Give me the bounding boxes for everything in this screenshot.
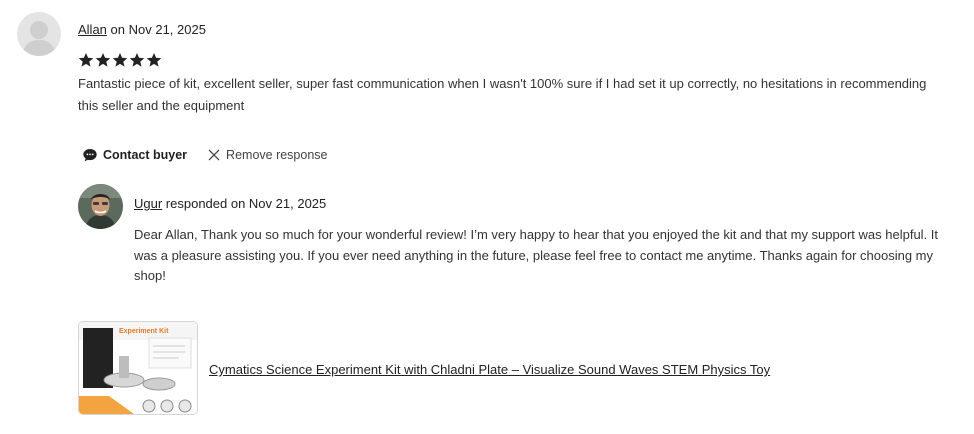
seller-name-link[interactable]: Ugur bbox=[134, 196, 162, 211]
response-date: responded on Nov 21, 2025 bbox=[162, 196, 327, 211]
review-actions: Contact buyer Remove response bbox=[82, 147, 328, 163]
close-icon bbox=[208, 149, 220, 161]
remove-response-button[interactable]: Remove response bbox=[207, 148, 328, 162]
reviewer-name-link[interactable]: Allan bbox=[78, 22, 107, 37]
product-title-link[interactable]: Cymatics Science Experiment Kit with Chl… bbox=[209, 362, 770, 377]
star-rating bbox=[78, 52, 162, 68]
thumb-label: Experiment Kit bbox=[119, 328, 169, 335]
seller-photo bbox=[78, 184, 123, 229]
remove-response-label: Remove response bbox=[226, 148, 328, 162]
contact-buyer-label: Contact buyer bbox=[103, 148, 188, 162]
contact-buyer-button[interactable]: Contact buyer bbox=[82, 147, 187, 163]
star-icon bbox=[95, 53, 111, 67]
reviewer-avatar bbox=[17, 12, 61, 56]
chat-bubble-icon bbox=[83, 149, 97, 162]
product-thumbnail[interactable]: Experiment Kit bbox=[78, 321, 198, 415]
user-silhouette-icon bbox=[22, 21, 56, 56]
review-date: on Nov 21, 2025 bbox=[106, 22, 206, 37]
response-text: Dear Allan, Thank you so much for your w… bbox=[134, 227, 939, 283]
reviewer-line: Allan on Nov 21, 2025 bbox=[78, 22, 206, 37]
star-icon bbox=[78, 53, 94, 67]
review-text: Fantastic piece of kit, excellent seller… bbox=[78, 76, 927, 113]
seller-response-line: Ugur responded on Nov 21, 2025 bbox=[134, 196, 326, 211]
star-icon bbox=[129, 53, 145, 67]
seller-avatar[interactable] bbox=[78, 184, 123, 229]
product-image: Experiment Kit bbox=[79, 322, 197, 414]
star-icon bbox=[112, 53, 128, 67]
star-icon bbox=[146, 53, 162, 67]
